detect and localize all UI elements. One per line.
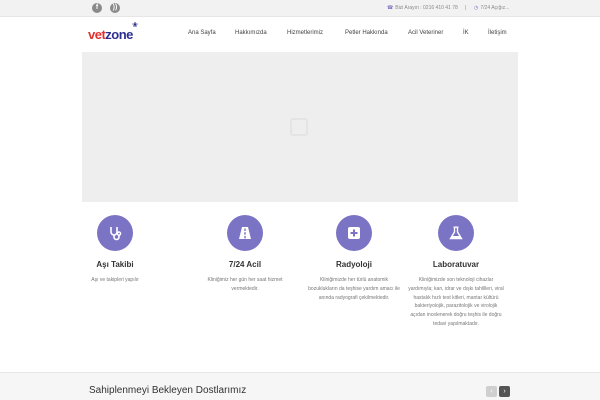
nav-hr[interactable]: İK — [463, 30, 469, 36]
carousel-next-button[interactable]: › — [499, 386, 510, 397]
paw-icon: ❀ — [132, 22, 138, 29]
top-bar: f )) ☎ Bizi Arayın : 0216 410 41 78 | ◷ 7/… — [0, 0, 600, 17]
site-logo[interactable]: vetzone ❀ — [88, 22, 138, 43]
hours-label: 7/24 Açığız... — [480, 5, 510, 11]
contact-separator: | — [465, 5, 467, 11]
feature-description: Kliniğimiz her gün her saat hizmet verme… — [207, 277, 283, 292]
feature-description: Kliniğimizde son teknoloji cihazlar yard… — [408, 277, 504, 327]
nav-contact[interactable]: İletişim — [488, 30, 507, 36]
hours-contact: ◷ 7/24 Açığız... — [474, 4, 509, 12]
section-title: Sahiplenmeyi Bekleyen Dostlarımız — [89, 385, 247, 396]
nav-pets[interactable]: Petler Hakkında — [345, 30, 388, 36]
feature-title: 7/24 Acil — [228, 260, 262, 269]
plus-square-icon[interactable] — [336, 215, 372, 251]
logo-text-vet: vet — [88, 27, 106, 42]
phone-label: Bizi Arayın : 0216 410 41 78 — [395, 5, 458, 11]
feature-vaccination: Aşı Takibi Aşı ve takipleri yapılır — [60, 215, 170, 285]
facebook-icon[interactable]: f — [92, 3, 102, 13]
phone-icon: ☎ — [387, 5, 394, 11]
rss-icon[interactable]: )) — [110, 3, 120, 13]
feature-title: Aşı Takibi — [96, 260, 134, 269]
road-icon[interactable] — [227, 215, 263, 251]
logo-text-zone: zone — [105, 27, 133, 42]
feature-description: Aşı ve takipleri yapılır — [91, 277, 139, 283]
feature-title: Radyoloji — [335, 260, 372, 269]
nav-home[interactable]: Ana Sayfa — [188, 30, 216, 36]
image-placeholder-icon — [290, 118, 308, 136]
nav-emergency-vet[interactable]: Acil Veteriner — [408, 30, 443, 36]
carousel-prev-button[interactable]: ‹ — [486, 386, 497, 397]
flask-icon[interactable] — [438, 215, 474, 251]
nav-about[interactable]: Hakkımızda — [235, 30, 267, 36]
phone-contact: ☎ Bizi Arayın : 0216 410 41 78 — [387, 4, 458, 12]
adoption-section: Sahiplenmeyi Bekleyen Dostlarımız ‹ › — [0, 372, 600, 400]
feature-radiology: Radyoloji Kliniğimizde her türlü anatomi… — [299, 215, 409, 302]
feature-description: Kliniğimizde her türlü anatomik bozukluk… — [308, 277, 400, 301]
site-header: vetzone ❀ Ana Sayfa Hakkımızda Hizmetler… — [0, 17, 600, 52]
stethoscope-icon[interactable] — [97, 215, 133, 251]
feature-laboratory: Laboratuvar Kliniğimizde son teknoloji c… — [401, 215, 511, 329]
feature-emergency: 7/24 Acil Kliniğimiz her gün her saat hi… — [190, 215, 300, 294]
feature-title: Laboratuvar — [432, 260, 480, 269]
nav-services[interactable]: Hizmetlerimiz — [287, 30, 323, 36]
clock-icon: ◷ — [474, 5, 479, 11]
